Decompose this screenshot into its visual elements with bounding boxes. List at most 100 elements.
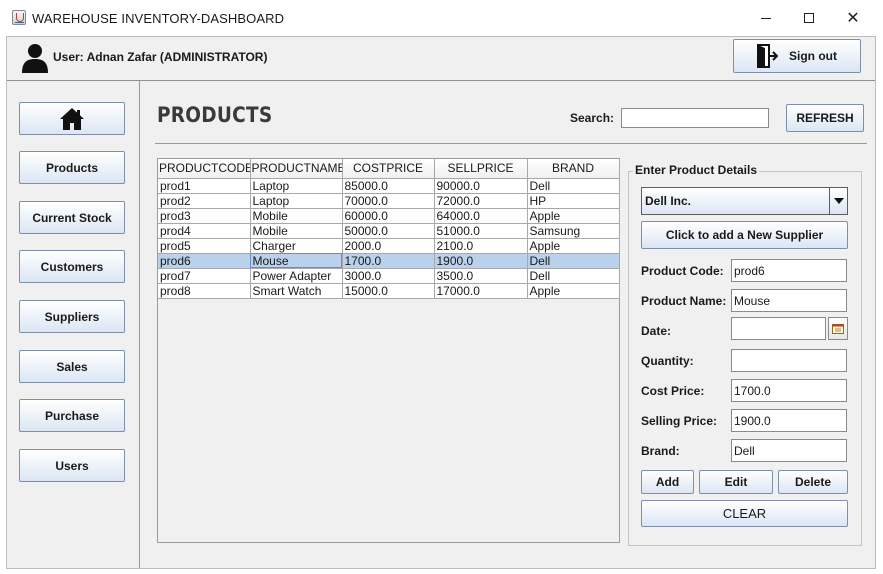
date-picker-button[interactable] — [828, 317, 848, 340]
supplier-dropdown[interactable]: Dell Inc. — [641, 187, 848, 215]
cell-product-code[interactable]: prod3 — [158, 208, 251, 224]
cell-cost-price[interactable]: 70000.0 — [342, 193, 435, 209]
cell-cost-price[interactable]: 85000.0 — [342, 178, 435, 194]
cell-sell-price[interactable]: 64000.0 — [434, 208, 528, 224]
cell-sell-price[interactable]: 72000.0 — [434, 193, 528, 209]
cell-sell-price[interactable]: 1900.0 — [434, 253, 528, 269]
user-avatar-icon — [22, 44, 48, 73]
cell-sell-price[interactable]: 17000.0 — [434, 283, 528, 299]
cell-brand[interactable]: Apple — [527, 283, 620, 299]
sidebar: Products Current Stock Customers Supplie… — [7, 81, 140, 568]
table-row[interactable]: prod4 Mobile 50000.0 51000.0 Samsung — [158, 223, 620, 239]
table-row[interactable]: prod8 Smart Watch 15000.0 17000.0 Apple — [158, 283, 620, 299]
cell-cost-price[interactable]: 50000.0 — [342, 223, 435, 239]
cell-brand[interactable]: Samsung — [527, 223, 620, 239]
cell-product-code[interactable]: prod6 — [158, 253, 251, 269]
cell-sell-price[interactable]: 51000.0 — [434, 223, 528, 239]
cell-product-name[interactable]: Mobile — [250, 223, 343, 239]
column-header-costprice[interactable]: COSTPRICE — [342, 159, 435, 179]
sidebar-item-purchase[interactable]: Purchase — [19, 399, 125, 432]
sign-out-label: Sign out — [789, 49, 837, 63]
cell-product-name[interactable]: Smart Watch — [250, 283, 343, 299]
dropdown-arrow-icon[interactable] — [829, 188, 847, 214]
cell-cost-price[interactable]: 2000.0 — [342, 238, 435, 254]
cell-product-code[interactable]: prod4 — [158, 223, 251, 239]
cell-product-name[interactable]: Charger — [250, 238, 343, 254]
cell-product-code[interactable]: prod5 — [158, 238, 251, 254]
product-code-input[interactable] — [731, 259, 847, 282]
selling-price-input[interactable] — [731, 409, 847, 432]
close-button[interactable]: ✕ — [831, 0, 875, 36]
column-header-brand[interactable]: BRAND — [527, 159, 620, 179]
cell-product-name[interactable]: Power Adapter — [250, 268, 343, 284]
product-details-panel: Enter Product Details Dell Inc. Click to… — [628, 163, 863, 546]
cell-brand[interactable]: HP — [527, 193, 620, 209]
refresh-button[interactable]: REFRESH — [786, 104, 864, 132]
cell-product-name[interactable]: Mobile — [250, 208, 343, 224]
cell-sell-price[interactable]: 3500.0 — [434, 268, 528, 284]
cell-brand[interactable]: Dell — [527, 268, 620, 284]
cell-cost-price[interactable]: 15000.0 — [342, 283, 435, 299]
cell-product-code[interactable]: prod7 — [158, 268, 251, 284]
products-table-container[interactable]: PRODUCTCODE PRODUCTNAME COSTPRICE SELLPR… — [157, 158, 620, 543]
clear-button[interactable]: CLEAR — [641, 500, 848, 527]
table-row[interactable]: prod3 Mobile 60000.0 64000.0 Apple — [158, 208, 620, 224]
date-input[interactable] — [731, 317, 826, 340]
column-header-productcode[interactable]: PRODUCTCODE — [158, 159, 251, 179]
sidebar-item-suppliers[interactable]: Suppliers — [19, 300, 125, 333]
column-header-productname[interactable]: PRODUCTNAME — [250, 159, 343, 179]
search-input[interactable] — [621, 108, 769, 128]
cell-product-name[interactable]: Laptop — [250, 178, 343, 194]
sidebar-item-users[interactable]: Users — [19, 449, 125, 482]
sidebar-item-sales[interactable]: Sales — [19, 350, 125, 383]
product-code-label: Product Code: — [641, 264, 724, 278]
add-button[interactable]: Add — [641, 470, 694, 494]
table-header-row: PRODUCTCODE PRODUCTNAME COSTPRICE SELLPR… — [158, 159, 620, 179]
table-row-selected[interactable]: prod6 Mouse 1700.0 1900.0 Dell — [158, 253, 620, 269]
quantity-input[interactable] — [731, 349, 847, 372]
cost-price-input[interactable] — [731, 379, 847, 402]
maximize-button[interactable] — [787, 0, 831, 36]
java-app-icon — [12, 10, 26, 25]
cell-product-name[interactable]: Mouse — [250, 253, 343, 269]
sidebar-item-current-stock[interactable]: Current Stock — [19, 201, 125, 234]
product-name-label: Product Name: — [641, 294, 727, 308]
cell-product-code[interactable]: prod2 — [158, 193, 251, 209]
minimize-button[interactable] — [744, 0, 788, 36]
brand-input[interactable] — [731, 439, 847, 462]
cell-cost-price[interactable]: 1700.0 — [342, 253, 435, 269]
table-row[interactable]: prod1 Laptop 85000.0 90000.0 Dell — [158, 178, 620, 194]
cell-sell-price[interactable]: 2100.0 — [434, 238, 528, 254]
table-row[interactable]: prod5 Charger 2000.0 2100.0 Apple — [158, 238, 620, 254]
column-header-sellprice[interactable]: SELLPRICE — [434, 159, 528, 179]
add-supplier-button[interactable]: Click to add a New Supplier — [641, 221, 848, 249]
cell-brand[interactable]: Dell — [527, 178, 620, 194]
cell-brand[interactable]: Apple — [527, 208, 620, 224]
date-label: Date: — [641, 324, 672, 338]
products-table: PRODUCTCODE PRODUCTNAME COSTPRICE SELLPR… — [158, 159, 620, 299]
cell-product-code[interactable]: prod8 — [158, 283, 251, 299]
cell-sell-price[interactable]: 90000.0 — [434, 178, 528, 194]
sidebar-item-customers[interactable]: Customers — [19, 250, 125, 283]
home-button[interactable] — [19, 102, 125, 135]
sign-out-button[interactable]: Sign out — [733, 39, 861, 73]
cell-brand[interactable]: Dell — [527, 253, 620, 269]
sidebar-item-products[interactable]: Products — [19, 151, 125, 184]
table-row[interactable]: prod7 Power Adapter 3000.0 3500.0 Dell — [158, 268, 620, 284]
delete-button[interactable]: Delete — [778, 470, 848, 494]
cell-cost-price[interactable]: 3000.0 — [342, 268, 435, 284]
cell-cost-price[interactable]: 60000.0 — [342, 208, 435, 224]
edit-button[interactable]: Edit — [699, 470, 773, 494]
product-name-input[interactable] — [731, 289, 847, 312]
cell-product-code[interactable]: prod1 — [158, 178, 251, 194]
cell-brand[interactable]: Apple — [527, 238, 620, 254]
cell-product-name[interactable]: Laptop — [250, 193, 343, 209]
minimize-icon — [761, 17, 771, 19]
brand-label: Brand: — [641, 444, 680, 458]
header-divider — [155, 143, 867, 144]
user-header: User: Adnan Zafar (ADMINISTRATOR) Sign o… — [7, 37, 875, 81]
supplier-selected-value: Dell Inc. — [645, 194, 692, 208]
title-bar: WAREHOUSE INVENTORY-DASHBOARD ✕ — [0, 0, 883, 36]
table-row[interactable]: prod2 Laptop 70000.0 72000.0 HP — [158, 193, 620, 209]
cost-price-label: Cost Price: — [641, 384, 705, 398]
